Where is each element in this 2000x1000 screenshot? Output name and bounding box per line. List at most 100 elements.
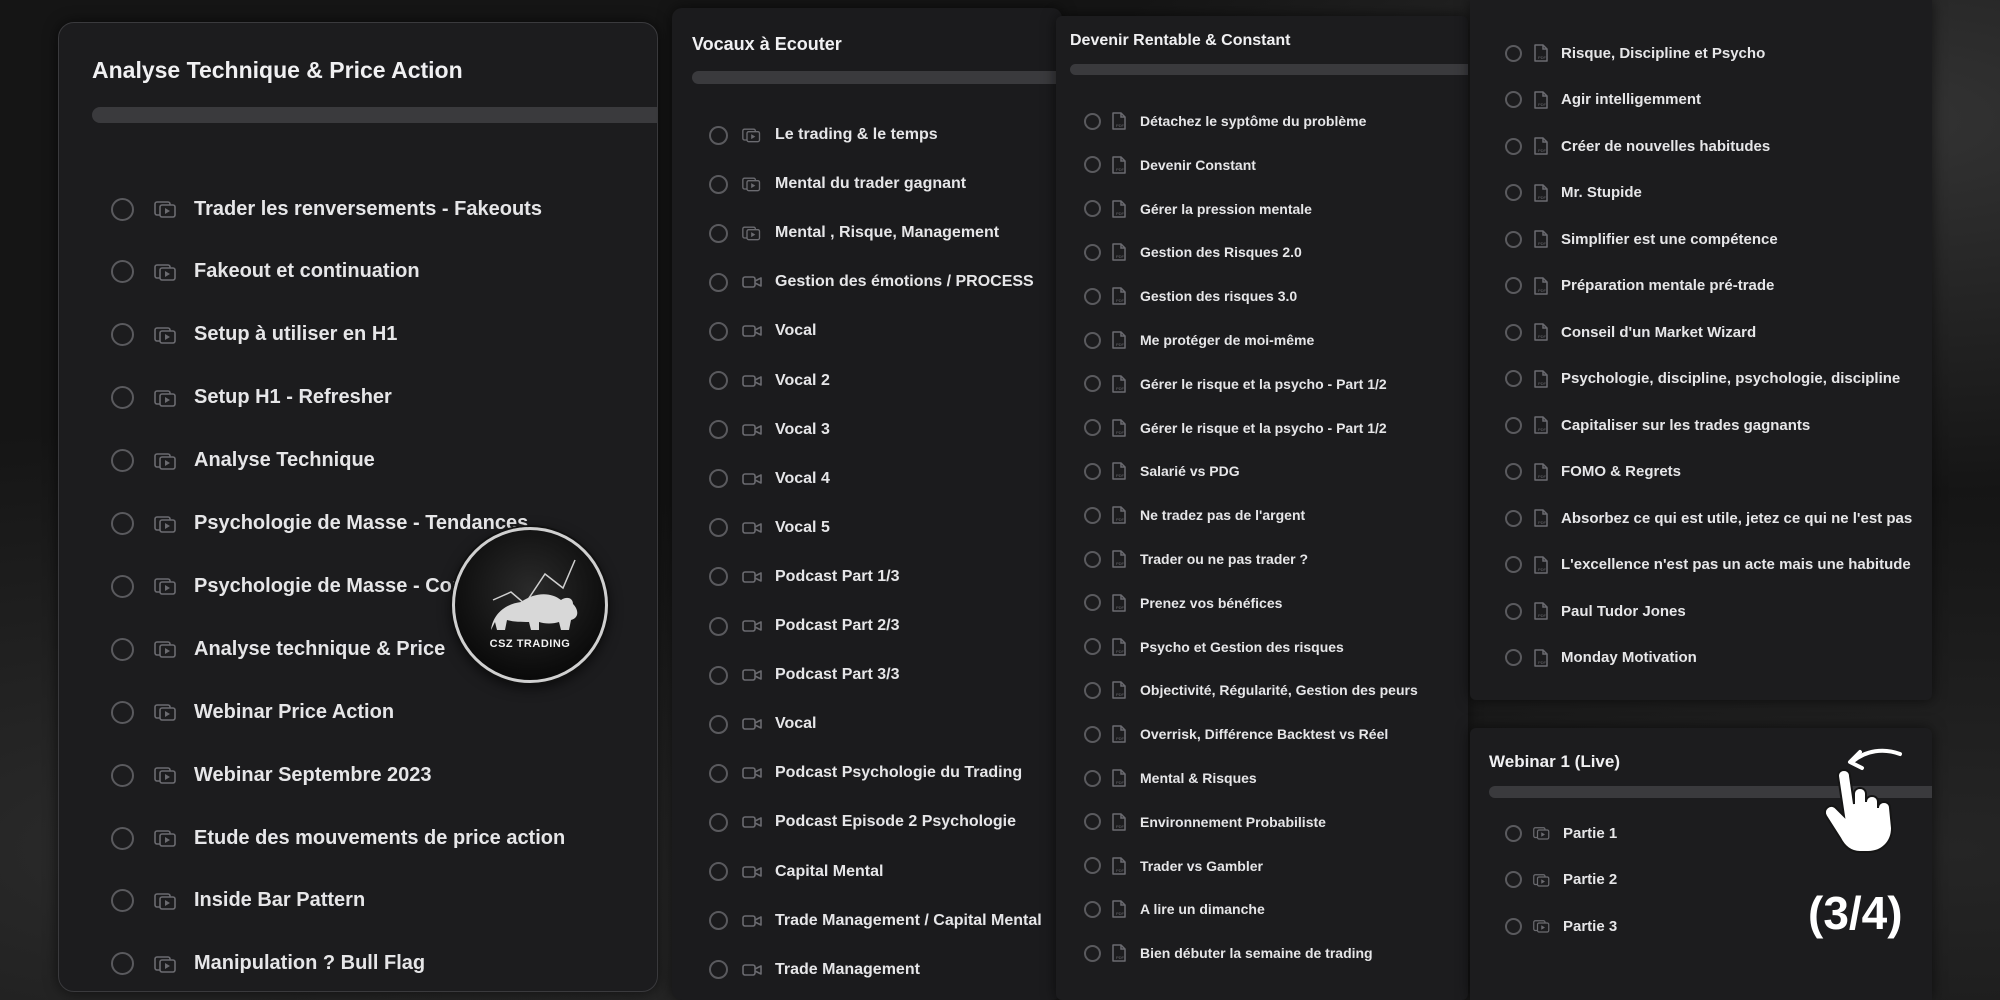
completion-checkbox[interactable] [111, 323, 134, 347]
lesson-row[interactable]: PDF Environnement Probabiliste [1056, 811, 1326, 833]
lesson-row[interactable]: PDF Ne tradez pas de l'argent [1056, 504, 1305, 526]
lesson-row[interactable]: PDF Absorbez ce qui est utile, jetez ce q… [1470, 506, 1912, 530]
lesson-row[interactable]: Manipulation ? Bull Flag [59, 949, 425, 979]
completion-checkbox[interactable] [111, 952, 134, 976]
lesson-row[interactable]: PDF Risque, Discipline et Psycho [1470, 41, 1765, 65]
lesson-title[interactable]: Agir intelligemment [1561, 91, 1701, 108]
lesson-title[interactable]: Analyse technique & Price [194, 638, 445, 661]
lesson-row[interactable]: Inside Bar Pattern [59, 886, 365, 916]
lesson-title[interactable]: Paul Tudor Jones [1561, 603, 1686, 620]
lesson-row[interactable]: PDF Gérer le risque et la psycho - Part 1… [1056, 417, 1387, 439]
lesson-title[interactable]: Mr. Stupide [1561, 184, 1642, 201]
completion-checkbox[interactable] [1505, 137, 1522, 155]
completion-checkbox[interactable] [1505, 602, 1522, 620]
completion-checkbox[interactable] [1084, 462, 1101, 480]
lesson-row[interactable]: Vocal 3 [672, 417, 830, 443]
lesson-row[interactable]: PDF Salarié vs PDG [1056, 460, 1240, 482]
lesson-title[interactable]: Gestion des risques 3.0 [1140, 288, 1297, 304]
completion-checkbox[interactable] [1084, 331, 1101, 349]
lesson-row[interactable]: Etude des mouvements de price action [59, 823, 565, 853]
lesson-row[interactable]: Trade Management [672, 957, 920, 983]
lesson-title[interactable]: Podcast Episode 2 Psychologie [775, 813, 1016, 831]
lesson-title[interactable]: Conseil d'un Market Wizard [1561, 324, 1756, 341]
lesson-row[interactable]: Partie 3 [1470, 914, 1617, 938]
completion-checkbox[interactable] [1084, 200, 1101, 218]
lesson-row[interactable]: PDF Gérer le risque et la psycho - Part 1… [1056, 373, 1387, 395]
lesson-title[interactable]: Vocal 4 [775, 470, 830, 488]
completion-checkbox[interactable] [709, 960, 728, 980]
completion-checkbox[interactable] [1505, 277, 1522, 294]
lesson-title[interactable]: Podcast Part 3/3 [775, 666, 900, 684]
completion-checkbox[interactable] [1505, 649, 1522, 666]
completion-checkbox[interactable] [1084, 419, 1101, 437]
lesson-title[interactable]: Webinar Price Action [194, 701, 394, 724]
completion-checkbox[interactable] [1084, 112, 1101, 130]
completion-checkbox[interactable] [1084, 550, 1101, 568]
lesson-title[interactable]: Objectivité, Régularité, Gestion des peu… [1140, 682, 1418, 698]
lesson-row[interactable]: PDF Gestion des risques 3.0 [1056, 285, 1297, 307]
lesson-title[interactable]: Mental du trader gagnant [775, 175, 966, 193]
lesson-title[interactable]: Analyse Technique [194, 449, 375, 472]
lesson-row[interactable]: PDF Prenez vos bénéfices [1056, 592, 1282, 614]
lesson-title[interactable]: Détachez le syptôme du problème [1140, 113, 1366, 129]
lesson-row[interactable]: PDF FOMO & Regrets [1470, 460, 1681, 484]
completion-checkbox[interactable] [1505, 416, 1522, 434]
completion-checkbox[interactable] [1505, 556, 1522, 573]
lesson-title[interactable]: Vocal 2 [775, 372, 830, 390]
lesson-title[interactable]: Capital Mental [775, 863, 883, 881]
lesson-row[interactable]: Setup H1 - Refresher [59, 383, 392, 413]
completion-checkbox[interactable] [1084, 638, 1101, 656]
lesson-row[interactable]: PDF Trader vs Gambler [1056, 855, 1263, 877]
completion-checkbox[interactable] [709, 763, 728, 783]
lesson-title[interactable]: Vocal [775, 322, 817, 340]
lesson-title[interactable]: Partie 2 [1563, 871, 1617, 888]
lesson-row[interactable]: PDF Psycho et Gestion des risques [1056, 636, 1344, 658]
completion-checkbox[interactable] [111, 260, 134, 284]
lesson-row[interactable]: Analyse technique & Price [59, 634, 445, 664]
lesson-title[interactable]: Capitaliser sur les trades gagnants [1561, 417, 1810, 434]
completion-checkbox[interactable] [709, 321, 728, 341]
completion-checkbox[interactable] [709, 420, 728, 440]
completion-checkbox[interactable] [1505, 871, 1522, 888]
completion-checkbox[interactable] [709, 714, 728, 734]
lesson-title[interactable]: Podcast Part 2/3 [775, 617, 900, 635]
lesson-row[interactable]: Analyse Technique [59, 446, 375, 476]
completion-checkbox[interactable] [709, 371, 728, 390]
lesson-title[interactable]: Psycho et Gestion des risques [1140, 639, 1344, 655]
lesson-row[interactable]: Partie 1 [1470, 821, 1617, 845]
lesson-row[interactable]: PDF Bien débuter la semaine de trading [1056, 942, 1373, 964]
lesson-row[interactable]: PDF Simplifier est une compétence [1470, 227, 1778, 251]
lesson-title[interactable]: Gérer le risque et la psycho - Part 1/2 [1140, 420, 1387, 436]
lesson-title[interactable]: Webinar Septembre 2023 [194, 764, 432, 787]
lesson-row[interactable]: PDF Gestion des Risques 2.0 [1056, 241, 1302, 263]
lesson-title[interactable]: Gestion des émotions / PROCESS [775, 273, 1034, 291]
completion-checkbox[interactable] [1084, 769, 1101, 787]
completion-checkbox[interactable] [1084, 857, 1101, 875]
lesson-title[interactable]: Gestion des Risques 2.0 [1140, 244, 1302, 260]
lesson-row[interactable]: PDF Préparation mentale pré-trade [1470, 274, 1774, 298]
lesson-title[interactable]: Psychologie, discipline, psychologie, di… [1561, 370, 1900, 387]
lesson-title[interactable]: Psychologie de Masse - Cons [194, 575, 475, 598]
lesson-title[interactable]: Trader ou ne pas trader ? [1140, 551, 1308, 567]
lesson-title[interactable]: Partie 3 [1563, 918, 1617, 935]
lesson-row[interactable]: PDF Trader ou ne pas trader ? [1056, 548, 1308, 570]
lesson-row[interactable]: PDF Mr. Stupide [1470, 181, 1642, 205]
lesson-row[interactable]: Podcast Psychologie du Trading [672, 760, 1022, 786]
completion-checkbox[interactable] [1505, 44, 1522, 62]
completion-checkbox[interactable] [709, 665, 728, 685]
completion-checkbox[interactable] [111, 700, 134, 724]
lesson-title[interactable]: Mental & Risques [1140, 770, 1257, 786]
completion-checkbox[interactable] [1505, 824, 1522, 842]
lesson-title[interactable]: Vocal [775, 715, 817, 733]
lesson-row[interactable]: Fakeout et continuation [59, 257, 420, 287]
completion-checkbox[interactable] [1084, 506, 1101, 524]
completion-checkbox[interactable] [1084, 944, 1101, 962]
lesson-title[interactable]: Devenir Constant [1140, 157, 1256, 173]
completion-checkbox[interactable] [709, 272, 728, 292]
lesson-row[interactable]: PDF Overrisk, Différence Backtest vs Réel [1056, 723, 1388, 745]
completion-checkbox[interactable] [111, 637, 134, 661]
lesson-row[interactable]: Setup à utiliser en H1 [59, 320, 397, 350]
lesson-title[interactable]: Setup à utiliser en H1 [194, 323, 397, 346]
lesson-row[interactable]: Podcast Part 2/3 [672, 613, 900, 639]
completion-checkbox[interactable] [1505, 323, 1522, 341]
